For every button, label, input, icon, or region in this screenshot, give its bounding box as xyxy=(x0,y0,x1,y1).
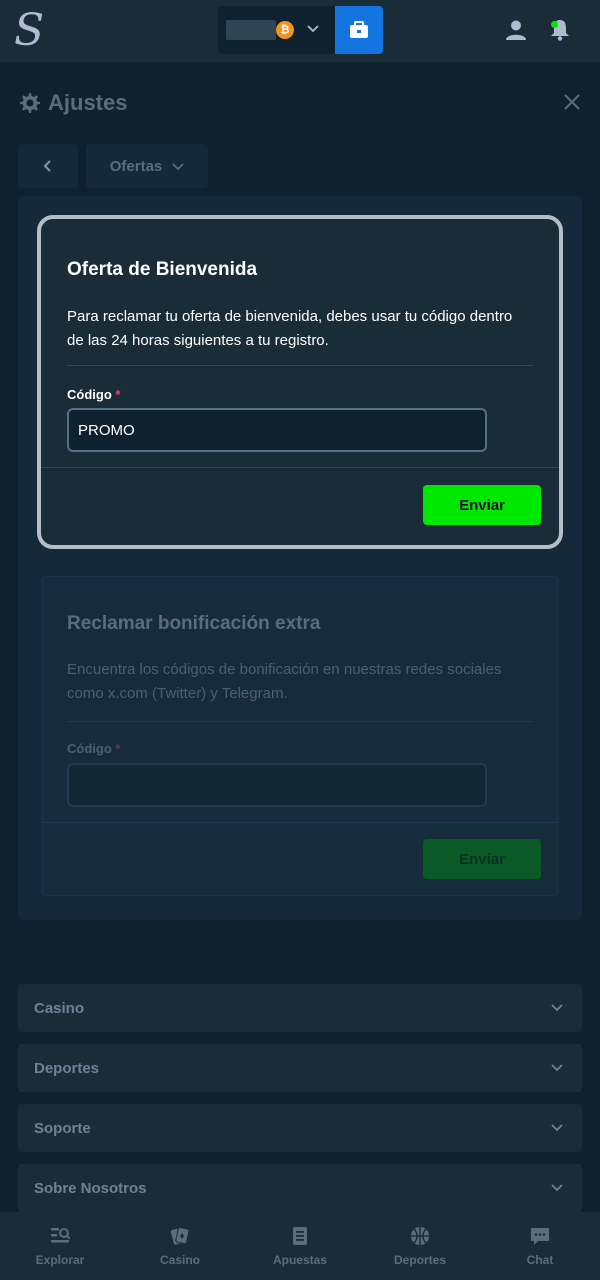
balance-amount-hidden xyxy=(226,20,276,40)
extra-submit-button[interactable]: Enviar xyxy=(423,839,541,879)
divider xyxy=(67,721,533,722)
nav-label: Casino xyxy=(159,1253,200,1267)
nav-label: Explorar xyxy=(35,1253,85,1267)
settings-header: Ajustes xyxy=(18,88,127,118)
code-label-text: Código xyxy=(67,387,112,402)
offers-dropdown[interactable]: Ofertas xyxy=(86,144,208,188)
nav-casino[interactable]: Casino xyxy=(120,1212,240,1280)
cards-icon xyxy=(170,1226,190,1245)
chevron-down-icon xyxy=(172,163,184,171)
logo[interactable]: S xyxy=(14,8,46,54)
explore-icon xyxy=(51,1228,71,1243)
extra-bonus-card: Reclamar bonificación extra Encuentra lo… xyxy=(42,576,558,896)
nav-label: Apuestas xyxy=(272,1253,328,1267)
extra-code-input[interactable] xyxy=(67,763,487,807)
divider xyxy=(41,467,559,468)
chevron-left-icon xyxy=(43,160,51,172)
accordion-deportes[interactable]: Deportes xyxy=(18,1044,582,1092)
betslip-icon xyxy=(293,1227,307,1245)
settings-title: Ajustes xyxy=(48,90,128,115)
nav-label: Deportes xyxy=(393,1253,446,1267)
nav-chat[interactable]: Chat xyxy=(480,1212,600,1280)
close-icon[interactable] xyxy=(562,92,582,112)
nav-deportes[interactable]: Deportes xyxy=(360,1212,480,1280)
user-icon[interactable] xyxy=(504,18,528,42)
accordion-casino[interactable]: Casino xyxy=(18,984,582,1032)
welcome-code-input[interactable] xyxy=(67,408,487,452)
notification-dot xyxy=(551,21,558,28)
chevron-down-icon xyxy=(551,1064,563,1072)
accordion-label: Sobre Nosotros xyxy=(34,1179,147,1197)
extra-bonus-description: Encuentra los códigos de bonificación en… xyxy=(67,661,502,702)
chevron-down-icon xyxy=(551,1184,563,1192)
accordion-label: Soporte xyxy=(34,1119,91,1137)
basketball-icon xyxy=(411,1227,429,1245)
offers-dropdown-label: Ofertas xyxy=(109,157,163,175)
accordion-label: Deportes xyxy=(34,1059,100,1077)
divider xyxy=(43,822,557,823)
code-field-label: Código * xyxy=(67,387,120,402)
nav-explorar[interactable]: Explorar xyxy=(0,1212,120,1280)
back-button[interactable] xyxy=(18,144,78,188)
top-bar: S ₿ xyxy=(0,0,600,62)
nav-apuestas[interactable]: Apuestas xyxy=(240,1212,360,1280)
extra-bonus-title: Reclamar bonificación extra xyxy=(67,613,321,634)
required-mark: * xyxy=(115,387,121,402)
code-label-text: Código xyxy=(67,741,112,756)
wallet-button[interactable] xyxy=(335,6,383,54)
accordion-label: Casino xyxy=(34,999,85,1017)
accordion-sobre-nosotros[interactable]: Sobre Nosotros xyxy=(18,1164,582,1212)
balance-selector[interactable]: ₿ xyxy=(218,6,335,54)
divider xyxy=(67,365,533,366)
chevron-down-icon xyxy=(551,1124,563,1132)
chat-icon xyxy=(531,1228,549,1245)
nav-label: Chat xyxy=(526,1253,554,1267)
welcome-offer-card: Oferta de Bienvenida Para reclamar tu of… xyxy=(37,215,563,549)
welcome-submit-button[interactable]: Enviar xyxy=(423,485,541,525)
welcome-offer-description: Para reclamar tu oferta de bienvenida, d… xyxy=(67,308,513,349)
accordion-soporte[interactable]: Soporte xyxy=(18,1104,582,1152)
required-mark: * xyxy=(115,741,121,756)
chevron-down-icon xyxy=(551,1004,563,1012)
code-field-label: Código * xyxy=(67,741,120,756)
bitcoin-icon: ₿ xyxy=(276,21,294,39)
welcome-offer-title: Oferta de Bienvenida xyxy=(67,259,258,280)
gear-icon xyxy=(20,93,40,113)
wallet-icon xyxy=(350,21,368,38)
chevron-down-icon xyxy=(307,25,319,33)
bottom-nav: Explorar Casino Apuestas Deportes Chat xyxy=(0,1212,600,1280)
